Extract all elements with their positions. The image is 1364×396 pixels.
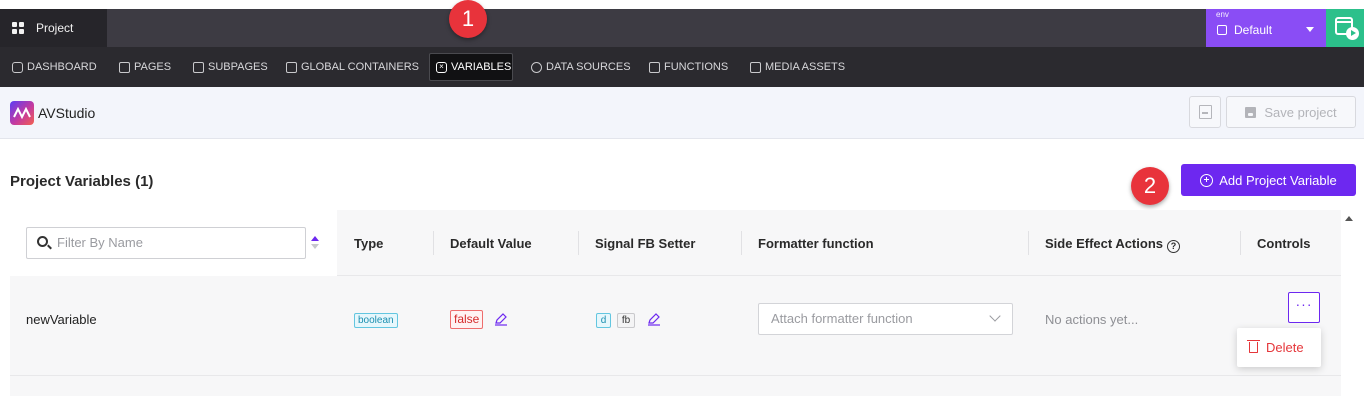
nav-subpages[interactable]: SUBPAGES [187,53,274,81]
annotation-marker-1: 1 [449,0,487,38]
filter-by-name-input[interactable]: Filter By Name [26,227,306,259]
nav-media-assets[interactable]: MEDIA ASSETS [744,53,851,81]
env-selector[interactable]: env Default [1206,9,1326,47]
project-tab[interactable]: Project [0,9,107,47]
column-header-side-effect-actions: Side Effect Actions? [1045,236,1180,253]
save-project-button[interactable]: Save project [1226,96,1356,128]
edit-setter-icon[interactable] [647,312,661,326]
scroll-up-arrow-icon[interactable] [1345,216,1353,221]
add-label: Add Project Variable [1219,172,1337,188]
nav-label: GLOBAL CONTAINERS [301,61,419,73]
section-title: Project Variables (1) [10,173,154,190]
preview-button[interactable] [1326,9,1364,47]
copy-icon [1217,25,1227,35]
save-label: Save project [1264,104,1337,120]
column-header-signal-fb-setter: Signal FB Setter [595,236,696,251]
image-icon [750,61,761,73]
delete-menu-item[interactable]: Delete [1247,340,1304,355]
play-icon [1346,27,1359,40]
nav-label: SUBPAGES [208,61,268,73]
database-icon [531,61,542,73]
column-divider [578,231,579,255]
function-icon [649,61,660,73]
nav-label: DATA SOURCES [546,61,631,73]
column-divider [741,231,742,255]
grid-icon [12,22,24,34]
delete-label: Delete [1266,340,1304,355]
project-label: Project [36,21,74,35]
plus-circle-icon [1200,173,1214,187]
type-badge: boolean [354,313,398,328]
trash-icon [1247,340,1260,353]
column-header-formatter-function: Formatter function [758,236,874,251]
building-icon [1199,105,1212,119]
nav-variables[interactable]: × VARIABLES [429,53,513,81]
nav-label: DASHBOARD [27,61,97,73]
variable-icon: × [436,61,447,73]
building-button[interactable] [1189,96,1221,128]
app-name: AVStudio [38,105,96,121]
app-logo [10,101,34,125]
nav-label: VARIABLES [451,61,512,73]
edit-default-value-icon[interactable] [494,312,508,326]
column-header-default-value: Default Value [450,236,532,251]
nav-functions[interactable]: FUNCTIONS [643,53,734,81]
sort-up-icon[interactable] [311,236,319,241]
nav-dashboard[interactable]: DASHBOARD [6,53,103,81]
nav-label: MEDIA ASSETS [765,61,846,73]
subpage-icon [193,61,204,73]
row-controls-button[interactable]: ··· [1288,292,1320,323]
side-effect-label: Side Effect Actions [1045,236,1163,251]
home-icon [12,61,23,73]
add-project-variable-button[interactable]: Add Project Variable [1181,164,1356,196]
search-icon [37,236,48,247]
env-label: env [1216,10,1229,19]
annotation-marker-2: 2 [1131,167,1169,205]
side-effects-empty-text: No actions yet... [1045,312,1139,327]
default-value-badge: false [450,310,484,329]
env-value: Default [1234,23,1273,37]
nav-data-sources[interactable]: DATA SOURCES [525,53,637,81]
sort-down-icon[interactable] [311,244,319,249]
top-bar [0,9,1364,47]
nav-global-containers[interactable]: GLOBAL CONTAINERS [280,53,425,81]
page-icon [119,61,130,73]
vertical-scrollbar[interactable] [1341,210,1364,396]
table-row [10,276,1341,376]
column-divider [433,231,434,255]
column-header-type: Type [354,236,384,251]
column-header-controls: Controls [1257,236,1311,251]
setter-d-badge: d [596,313,611,328]
container-icon [286,61,297,73]
column-divider [1028,231,1029,255]
sub-header [0,87,1364,139]
nav-pages[interactable]: PAGES [113,53,177,81]
top-margin [0,0,1364,9]
floppy-icon [1245,106,1257,118]
nav-label: PAGES [134,61,172,73]
formatter-function-select[interactable]: Attach formatter function [758,303,1013,335]
variable-name: newVariable [26,312,97,327]
caret-down-icon [1306,27,1314,32]
column-divider [1240,231,1241,255]
controls-dropdown-menu: Delete [1237,328,1321,367]
help-icon[interactable]: ? [1166,240,1180,253]
setter-fb-badge: fb [617,313,635,328]
nav-label: FUNCTIONS [664,61,729,73]
